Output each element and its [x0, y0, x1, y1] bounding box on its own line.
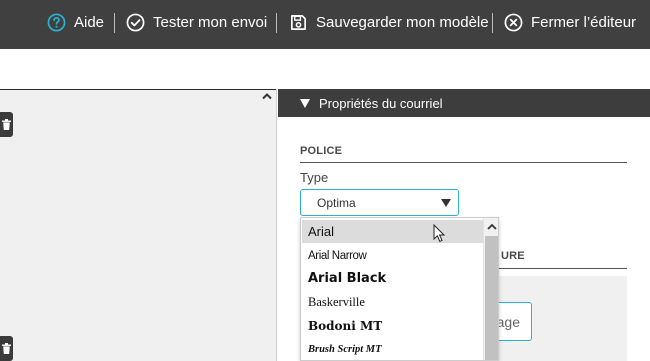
- trash-icon: [2, 119, 11, 130]
- save-template-label: Sauvegarder mon modèle: [316, 14, 489, 31]
- mouse-pointer-icon: [433, 224, 446, 243]
- section-title-partial: URE: [501, 250, 525, 262]
- top-toolbar: Aide Tester mon envoi Sauvegarder mon mo…: [0, 0, 650, 49]
- triangle-down-icon: [300, 98, 310, 108]
- section-divider: [300, 162, 627, 163]
- help-label: Aide: [74, 14, 105, 31]
- toolbar-divider: [276, 13, 277, 33]
- test-send-button[interactable]: Tester mon envoi: [126, 0, 267, 45]
- font-option-arial[interactable]: Arial: [302, 220, 483, 243]
- scrollbar-thumb[interactable]: [485, 236, 498, 360]
- question-circle-icon: [47, 13, 66, 32]
- font-type-label: Type: [300, 170, 329, 185]
- font-option-arial-black[interactable]: Arial Black: [302, 267, 483, 290]
- panel-title: Propriétés du courriel: [319, 95, 443, 111]
- chevron-up-icon[interactable]: [487, 223, 497, 230]
- section-divider: [499, 268, 627, 269]
- font-dropdown-list[interactable]: Arial Arial Narrow Arial Black Baskervil…: [300, 217, 499, 361]
- triangle-down-icon: [441, 199, 451, 207]
- check-circle-icon: [126, 13, 145, 32]
- close-editor-button[interactable]: Fermer l’éditeur: [504, 0, 636, 45]
- font-option-arial-narrow[interactable]: Arial Narrow: [302, 244, 483, 267]
- font-type-select[interactable]: Optima: [300, 189, 459, 216]
- font-option-brush-script-mt[interactable]: Brush Script MT: [302, 338, 483, 360]
- image-button-label: age: [496, 313, 520, 330]
- email-canvas: [0, 89, 277, 361]
- trash-icon: [2, 343, 11, 354]
- toolbar-divider: [492, 13, 493, 33]
- test-send-label: Tester mon envoi: [153, 14, 268, 31]
- delete-block-button[interactable]: [0, 336, 13, 361]
- font-type-value: Optima: [317, 195, 356, 210]
- chevron-up-icon[interactable]: [261, 91, 273, 101]
- save-template-button[interactable]: Sauvegarder mon modèle: [289, 0, 489, 45]
- font-option-baskerville[interactable]: Baskerville: [302, 291, 483, 314]
- canvas-divider: [276, 89, 277, 361]
- help-button[interactable]: Aide: [47, 0, 104, 45]
- save-icon: [290, 14, 307, 31]
- toolbar-divider: [114, 13, 115, 33]
- email-properties-header[interactable]: Propriétés du courriel: [278, 89, 650, 117]
- close-circle-icon: [504, 13, 523, 32]
- font-option-bodoni-mt[interactable]: Bodoni MT: [302, 314, 483, 337]
- delete-block-button[interactable]: [0, 112, 13, 137]
- dropdown-scrollbar[interactable]: [483, 218, 498, 360]
- font-section-title: POLICE: [300, 145, 343, 157]
- close-editor-label: Fermer l’éditeur: [531, 14, 637, 31]
